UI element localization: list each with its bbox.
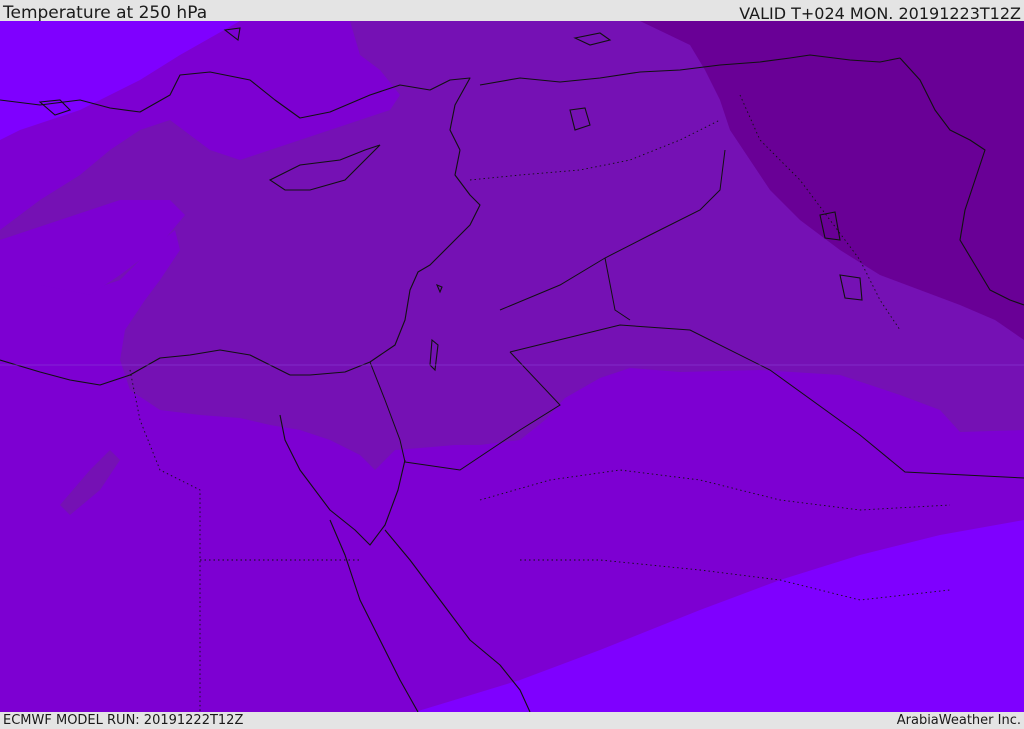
header-bar: Temperature at 250 hPa VALID T+024 MON. …: [0, 0, 1024, 23]
weather-map[interactable]: [0, 21, 1024, 712]
footer-bar: ECMWF MODEL RUN: 20191222T12Z ArabiaWeat…: [0, 712, 1024, 729]
map-title: Temperature at 250 hPa: [3, 3, 208, 23]
model-run-label: ECMWF MODEL RUN: 20191222T12Z: [3, 713, 244, 728]
temperature-map-svg: [0, 21, 1024, 712]
credit-label: ArabiaWeather Inc.: [896, 713, 1021, 728]
